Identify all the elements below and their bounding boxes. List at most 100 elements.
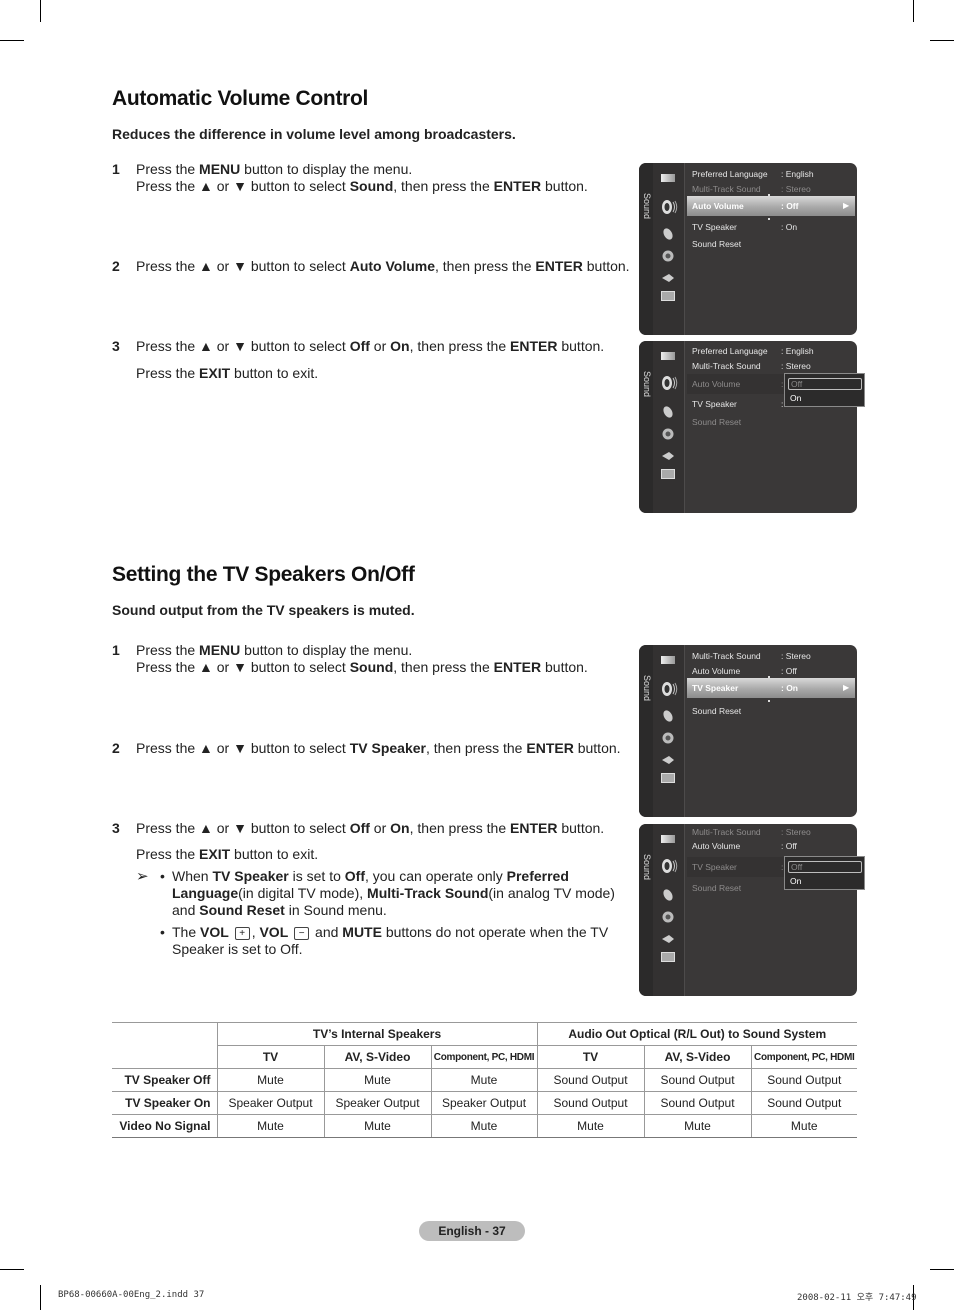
osd-item-value: : Off (781, 666, 797, 676)
table-group-header-row: TV’s Internal Speakers Audio Out Optical… (112, 1022, 857, 1069)
osd-item-value: : On (781, 222, 798, 232)
text: button. (541, 178, 588, 194)
osd-item-multi-track-sound[interactable]: Multi-Track Sound: Stereo (692, 651, 811, 661)
osd-item-preferred-language[interactable]: Preferred Language: English (692, 169, 814, 179)
text: button to exit. (230, 365, 319, 381)
step-3: 3 Press the ▲ or ▼ button to select Off … (112, 338, 604, 382)
term: TV Speaker (212, 868, 289, 884)
setup-gear-icon (661, 249, 677, 262)
osd-icon-column (653, 824, 685, 996)
osd-icon-column (653, 645, 685, 817)
text: or (369, 338, 391, 354)
section-title-auto-volume: Automatic Volume Control (112, 87, 369, 110)
option-on[interactable]: On (790, 393, 801, 403)
osd-item-value: : Stereo (781, 361, 811, 371)
option-off[interactable]: Off (788, 861, 862, 873)
osd-rail (639, 824, 653, 996)
submenu-arrow-icon: ▶ (843, 201, 850, 210)
setup-gear-icon (661, 731, 677, 744)
text: Press the ▲ or ▼ button to select (136, 740, 350, 756)
column-header: Component, PC, HDMI (750, 1045, 857, 1069)
key-enter: ENTER (535, 258, 583, 274)
option-off[interactable]: Off (788, 378, 862, 390)
osd-item-tv-speaker[interactable]: TV Speaker: (692, 862, 783, 872)
osd-item-value: : English (781, 346, 814, 356)
osd-item-sound-reset[interactable]: Sound Reset (692, 883, 741, 893)
osd-item-auto-volume[interactable]: Auto Volume: Off (692, 841, 797, 851)
term-off: Off (349, 820, 370, 836)
text: in Sound menu. (284, 902, 387, 918)
channel-icon (661, 227, 677, 240)
table-cell: Mute (216, 1114, 325, 1138)
crop-mark (930, 1269, 954, 1270)
osd-item-preferred-language[interactable]: Preferred Language : English (692, 346, 814, 356)
text: , then press the (393, 178, 494, 194)
text: , then press the (409, 820, 511, 836)
text: button. (557, 820, 605, 836)
osd-icon-column (653, 163, 685, 335)
column-header: Component, PC, HDMI (430, 1045, 538, 1069)
step-1: 1 Press the MENU button to display the m… (112, 642, 588, 676)
osd-item-tv-speaker[interactable]: TV Speaker: On (692, 222, 797, 232)
note-bullet-2: • The VOL +, VOL − and MUTE buttons do n… (136, 924, 616, 958)
footer-filename: BP68-00660A-00Eng_2.indd 37 (58, 1290, 205, 1300)
table-cell: Sound Output (536, 1091, 645, 1115)
table-cell: Mute (216, 1068, 325, 1092)
osd-item-sound-reset[interactable]: Sound Reset (692, 706, 741, 716)
osd-item-multi-track-sound[interactable]: Multi-Track Sound: Stereo (692, 361, 811, 371)
osd-item-label: Multi-Track Sound (692, 184, 761, 194)
osd-item-label: Preferred Language (692, 346, 768, 356)
text: Press the ▲ or ▼ button to select (136, 338, 350, 354)
term-sound: Sound (349, 178, 394, 194)
text: Press the ▲ or ▼ button to select (136, 820, 350, 836)
text: (in digital TV mode), (238, 885, 368, 901)
table-sub-header-row: TV AV, S-Video Component, PC, HDMI TV AV… (112, 1045, 857, 1069)
osd-screen-tv-speaker-options: Sound Multi-Track Sound: Stereo Auto Vol… (639, 824, 865, 996)
step-2: 2 Press the ▲ or ▼ button to select Auto… (112, 258, 630, 275)
column-header: TV (216, 1045, 325, 1069)
osd-item-tv-speaker[interactable]: TV Speaker: On (692, 683, 798, 693)
term-on: On (390, 820, 410, 836)
text: Press the ▲ or ▼ button to select (136, 178, 350, 194)
option-on[interactable]: On (790, 876, 801, 886)
table-cell: Mute (323, 1068, 432, 1092)
osd-item-auto-volume[interactable]: Auto Volume: (692, 379, 783, 389)
osd-item-label: Sound Reset (692, 706, 742, 716)
term-off: Off (349, 338, 370, 354)
osd-item-auto-volume[interactable]: Auto Volume: Off (692, 666, 797, 676)
osd-item-value: : Off (781, 841, 797, 851)
osd-item-sound-reset[interactable]: Sound Reset (692, 417, 741, 427)
channel-icon (661, 709, 677, 722)
key-vol: VOL (200, 924, 229, 940)
section-subtitle-tv-speakers: Sound output from the TV speakers is mut… (112, 602, 415, 618)
osd-item-sound-reset[interactable]: Sound Reset (692, 239, 741, 249)
osd-item-value: : On (781, 683, 798, 693)
osd-item-multi-track-sound[interactable]: Multi-Track Sound: Stereo (692, 827, 811, 837)
term-tv-speaker: TV Speaker (349, 740, 426, 756)
osd-item-auto-volume[interactable]: Auto Volume: Off (692, 201, 798, 211)
osd-item-tv-speaker[interactable]: TV Speaker: (692, 399, 783, 409)
table-cell: Speaker Output (323, 1091, 432, 1115)
osd-item-label: TV Speaker (692, 399, 737, 409)
vol-minus-icon: − (294, 927, 310, 940)
table-corner-cell (112, 1022, 218, 1069)
text: button. (541, 659, 588, 675)
page-number-badge: English - 37 (419, 1221, 525, 1241)
application-icon (661, 469, 675, 479)
osd-item-multi-track-sound[interactable]: Multi-Track Sound: Stereo (692, 184, 811, 194)
text: , you can operate only (364, 868, 507, 884)
text: The (172, 924, 201, 940)
crop-mark (930, 40, 954, 41)
osd-screen-auto-volume-options: Sound Preferred Language : English Multi-… (639, 341, 865, 513)
column-header: AV, S-Video (643, 1045, 752, 1069)
application-icon (661, 773, 675, 783)
osd-rail-label: Sound (642, 371, 652, 398)
input-plug-icon (661, 753, 677, 765)
term: Multi-Track Sound (367, 885, 489, 901)
table-cell: Mute (430, 1068, 538, 1092)
row-header: TV Speaker Off (112, 1068, 218, 1092)
text: is set to (288, 868, 345, 884)
text: Press the (136, 642, 200, 658)
input-plug-icon (661, 271, 677, 283)
osd-screen-tv-speaker-selected: Sound Multi-Track Sound: Stereo Auto Vol… (639, 645, 857, 817)
